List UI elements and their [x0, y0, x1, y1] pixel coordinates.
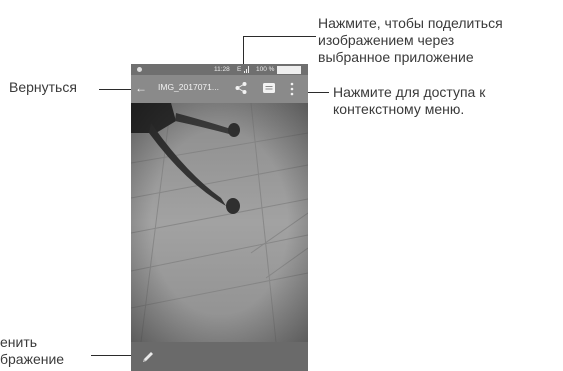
- photo-image: [131, 103, 308, 342]
- callout-menu-line-1: Нажмите для доступа к: [333, 84, 486, 100]
- signal-icon: [244, 66, 249, 73]
- callout-edit-line-2: бражение: [0, 351, 65, 367]
- callout-share-line-2: изображением через: [318, 32, 455, 48]
- bottom-bar: [131, 342, 308, 371]
- callout-back: Вернуться: [9, 79, 77, 96]
- callout-edit-line-1: енить: [0, 334, 38, 350]
- callout-share-line-3: выбранное приложение: [318, 49, 474, 65]
- callout-back-text: Вернуться: [9, 79, 77, 95]
- share-icon[interactable]: [234, 81, 248, 95]
- callout-share: Нажмите, чтобы поделиться изображением ч…: [318, 15, 503, 66]
- leader-share-h: [243, 36, 316, 37]
- image-title: IMG_2017071...: [158, 82, 219, 92]
- message-icon[interactable]: [262, 82, 276, 94]
- pencil-icon[interactable]: [141, 350, 155, 364]
- callout-menu: Нажмите для доступа к контекстному меню.: [333, 84, 485, 118]
- callout-share-line-1: Нажмите, чтобы поделиться: [318, 15, 503, 31]
- network-type: E: [237, 66, 242, 73]
- status-bar: 11:28 E 100 %: [131, 64, 308, 75]
- callout-menu-line-2: контекстному меню.: [333, 101, 465, 117]
- notification-dot: [137, 67, 142, 72]
- battery-level: 100 %: [256, 66, 275, 73]
- callout-edit: енить бражение: [0, 334, 64, 368]
- leader-back: [99, 89, 135, 90]
- status-time: 11:28: [214, 66, 230, 73]
- app-bar: ← IMG_2017071...: [131, 75, 308, 103]
- more-vert-icon[interactable]: [288, 81, 296, 97]
- arrow-left-icon[interactable]: ←: [135, 81, 149, 95]
- battery-icon: [277, 66, 301, 74]
- phone-screen: 11:28 E 100 % ← IMG_2017071...: [131, 64, 308, 371]
